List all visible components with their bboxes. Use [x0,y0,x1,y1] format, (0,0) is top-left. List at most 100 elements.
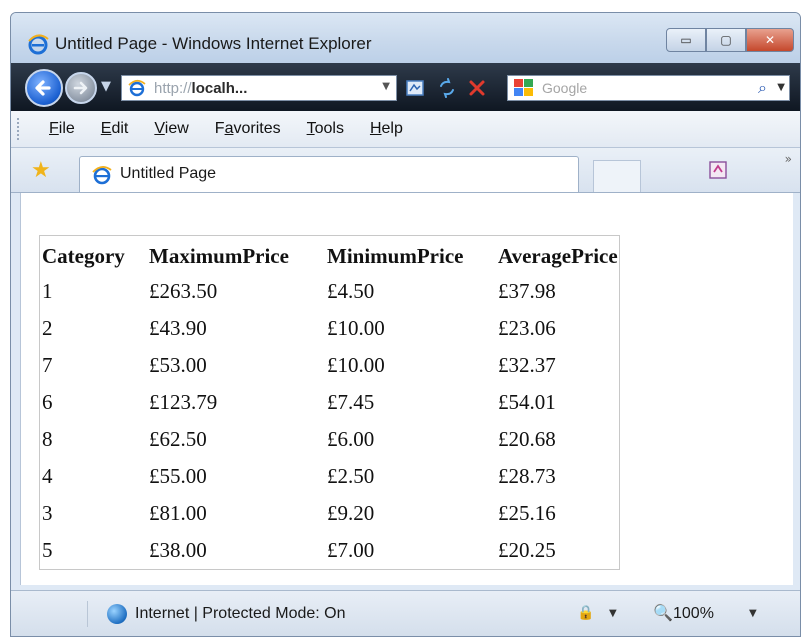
ie-page-icon [128,79,146,97]
table-row: 5 £38.00 £7.00 £20.25 [40,532,620,570]
history-dropdown[interactable]: ▼ [101,79,111,94]
maximize-button[interactable]: ▢ [706,28,746,52]
table-row: 8 £62.50 £6.00 £20.68 [40,421,620,458]
price-table: Category MaximumPrice MinimumPrice Avera… [39,235,620,570]
google-logo-icon [514,79,533,96]
menu-edit[interactable]: Edit [95,118,135,140]
back-button[interactable] [25,69,63,107]
forward-arrow-icon [73,81,88,95]
close-button[interactable]: ✕ [746,28,794,52]
table-cell: 8 [42,427,53,451]
url-text: http://localh... [154,79,248,97]
menu-help[interactable]: Help [364,118,409,140]
table-row: 6 £123.79 £7.45 £54.01 [40,384,620,421]
page-content: Category MaximumPrice MinimumPrice Avera… [20,193,793,585]
table-cell: £62.50 [149,427,207,451]
table-cell: £81.00 [149,501,207,525]
minimize-button[interactable]: ▭ [666,28,706,52]
table-cell: £10.00 [327,353,385,377]
table-row: 7 £53.00 £10.00 £32.37 [40,347,620,384]
table-cell: £25.16 [498,501,556,525]
menu-grip[interactable] [17,118,29,140]
table-row: 3 £81.00 £9.20 £25.16 [40,495,620,532]
zoom-icon[interactable]: 🔍 [653,603,673,622]
column-header: MaximumPrice [149,244,289,268]
browser-window: Untitled Page - Windows Internet Explore… [10,12,801,637]
title-bar: Untitled Page - Windows Internet Explore… [11,13,800,63]
search-icon[interactable]: ⌕ [758,78,767,98]
table-cell: £38.00 [149,538,207,562]
table-cell: £263.50 [149,279,218,303]
forward-button[interactable] [65,72,97,104]
table-cell: £10.00 [327,316,385,340]
table-header-row: Category MaximumPrice MinimumPrice Avera… [40,236,620,274]
status-bar: Internet | Protected Mode: On 🔒 ▼ 🔍 100%… [11,590,800,636]
column-header: AveragePrice [498,244,618,268]
table-cell: £32.37 [498,353,556,377]
stop-button[interactable] [465,76,489,100]
column-header: Category [42,244,125,268]
table-cell: £37.98 [498,279,556,303]
back-arrow-icon [35,80,51,96]
menu-tools[interactable]: Tools [301,118,350,140]
table-cell: 3 [42,501,53,525]
tab-label: Untitled Page [120,165,217,182]
internet-zone-icon [107,604,127,624]
table-row: 2 £43.90 £10.00 £23.06 [40,310,620,347]
table-row: 1 £263.50 £4.50 £37.98 [40,273,620,310]
favorites-star-icon[interactable]: ★ [31,158,51,183]
table-cell: £53.00 [149,353,207,377]
toolbar-overflow-icon[interactable]: » [785,152,792,166]
table-cell: 5 [42,538,53,562]
menu-view[interactable]: View [148,118,194,140]
table-cell: 1 [42,279,53,303]
window-title: Untitled Page - Windows Internet Explore… [55,34,372,53]
table-cell: £123.79 [149,390,218,414]
page-tools-icon[interactable] [707,160,731,180]
status-progress-area [35,601,88,627]
table-cell: £2.50 [327,464,375,488]
search-field[interactable]: Google ⌕ ▼ [507,75,790,101]
column-header: MinimumPrice [327,244,464,268]
table-cell: £54.01 [498,390,556,414]
menu-bar: File Edit View Favorites Tools Help [11,111,800,148]
search-provider-dropdown[interactable]: ▼ [777,82,785,93]
ie-page-icon [92,166,112,185]
table-row: 4 £55.00 £2.50 £28.73 [40,458,620,495]
table-cell: 7 [42,353,53,377]
table-cell: 4 [42,464,53,488]
table-cell: £55.00 [149,464,207,488]
table-cell: 6 [42,390,53,414]
tab-untitled-page[interactable]: Untitled Page [79,156,579,192]
address-field[interactable]: http://localh... ▼ [121,75,397,101]
menu-file[interactable]: File [43,118,81,140]
security-zone-text[interactable]: Internet | Protected Mode: On [135,605,346,623]
zoom-level[interactable]: 100% [673,605,714,623]
new-tab-button[interactable] [593,160,641,192]
menu-favorites[interactable]: Favorites [209,118,287,140]
compatibility-button[interactable] [403,76,427,100]
refresh-icon [440,78,454,98]
zoom-dropdown[interactable]: ▼ [749,608,757,619]
address-dropdown[interactable]: ▼ [382,81,390,92]
table-cell: £23.06 [498,316,556,340]
protected-mode-lock-icon[interactable]: 🔒 [577,605,594,621]
compatibility-view-icon [406,80,424,96]
tab-bar: ★ Untitled Page » [11,148,800,193]
address-bar-row: ▼ http://localh... ▼ Google ⌕ ▼ [11,63,800,111]
table-cell: £20.68 [498,427,556,451]
table-cell: £20.25 [498,538,556,562]
table-cell: £43.90 [149,316,207,340]
table-cell: £7.00 [327,538,375,562]
table-cell: £7.45 [327,390,375,414]
refresh-button[interactable] [435,76,459,100]
table-cell: £9.20 [327,501,375,525]
table-cell: £6.00 [327,427,375,451]
table-cell: £4.50 [327,279,375,303]
search-placeholder: Google [542,80,588,96]
security-dropdown[interactable]: ▼ [609,608,617,619]
stop-icon [469,80,485,96]
table-cell: 2 [42,316,53,340]
table-cell: £28.73 [498,464,556,488]
ie-logo-icon [28,34,49,55]
